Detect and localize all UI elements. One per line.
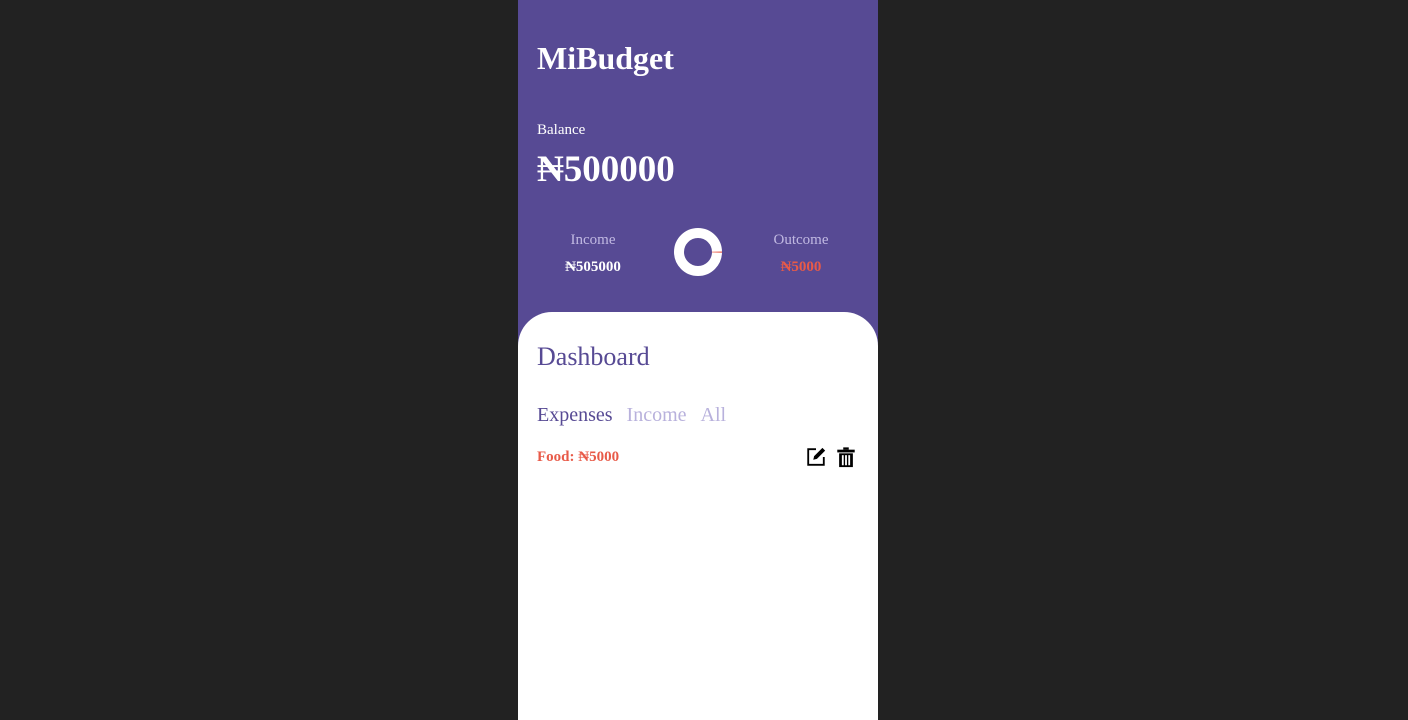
outcome-label: Outcome (773, 232, 829, 248)
trash-icon[interactable] (835, 446, 859, 470)
donut-income-ring (674, 228, 722, 276)
app-title: MiBudget (537, 40, 674, 76)
tab-all[interactable]: All (701, 402, 727, 428)
list-item: Food: ₦5000 (537, 445, 859, 475)
entry-text: Food: ₦5000 (537, 449, 620, 465)
dashboard-panel: Dashboard Expenses Income All Food: ₦500… (518, 312, 878, 720)
tab-income[interactable]: Income (627, 402, 687, 428)
app-container: MiBudget Balance ₦500000 Income ₦505000 … (518, 0, 878, 720)
balance-value: ₦500000 (537, 149, 675, 190)
income-summary: Income ₦505000 (533, 230, 653, 277)
edit-icon[interactable] (805, 446, 829, 470)
income-value: ₦505000 (565, 259, 621, 275)
outcome-value: ₦5000 (780, 259, 822, 275)
outcome-summary: Outcome ₦5000 (741, 230, 861, 277)
income-outcome-donut-chart (674, 228, 722, 276)
balance-label: Balance (537, 122, 586, 138)
income-label: Income (570, 232, 616, 248)
dashboard-title: Dashboard (537, 342, 650, 371)
filter-tabs: Expenses Income All (537, 402, 726, 428)
tab-expenses[interactable]: Expenses (537, 402, 613, 428)
